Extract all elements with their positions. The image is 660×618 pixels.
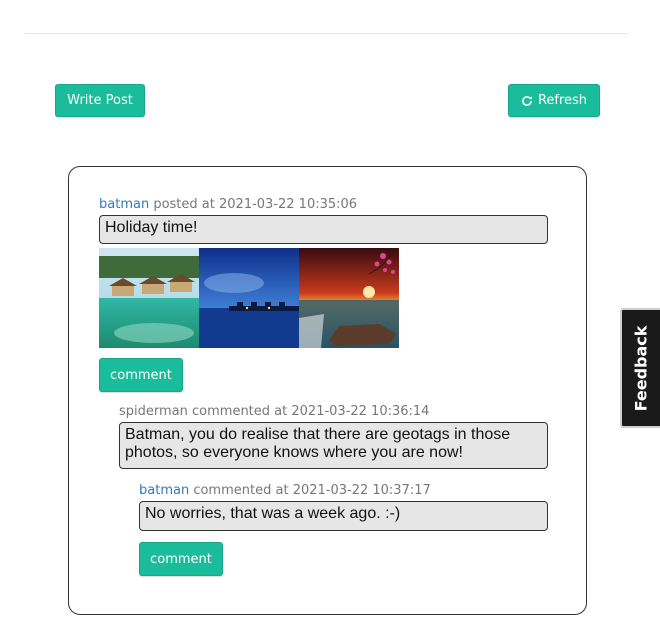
blue-dusk-villas-image [199,248,299,348]
post-image-3[interactable] [299,248,399,348]
post-comment-button[interactable]: comment [99,358,183,392]
comment-2-reply-label: comment [150,551,212,567]
write-post-button[interactable]: Write Post [55,84,145,117]
sunset-rocks-image [299,248,399,348]
feedback-label: Feedback [631,325,651,411]
tropical-bungalow-image [99,248,199,348]
post-comment-label: comment [110,367,172,383]
refresh-icon [522,95,532,106]
comment-2-timestamp: 2021-03-22 10:37:17 [292,483,431,498]
post-meta: batman posted at 2021-03-22 10:35:06 [99,197,357,212]
post-text-bubble: Holiday time! [99,215,548,244]
comment-2-action: commented at [193,483,289,498]
refresh-label: Refresh [537,93,588,108]
comment-1-bubble: Batman, you do realise that there are ge… [119,422,548,469]
comment-2-bubble: No worries, that was a week ago. :-) [139,501,548,531]
post-image-2[interactable] [199,248,299,348]
post-image-1[interactable] [99,248,199,348]
post-action: posted at [153,197,215,212]
refresh-button[interactable]: Refresh [508,84,600,117]
header-divider [25,33,629,34]
comment-1-action: commented at [192,404,288,419]
comment-1-timestamp: 2021-03-22 10:36:14 [291,404,430,419]
post-timestamp: 2021-03-22 10:35:06 [219,197,358,212]
comment-2-meta: batman commented at 2021-03-22 10:37:17 [139,483,431,498]
comment-1-text: Batman, you do realise that there are ge… [125,426,511,461]
comment-2-author-link[interactable]: batman [139,483,189,498]
comment-2-reply-button[interactable]: comment [139,542,223,576]
feedback-tab[interactable]: Feedback [620,308,660,428]
post-author-link[interactable]: batman [99,197,149,212]
comment-1-author: spiderman [119,404,188,419]
post-image-gallery [99,248,399,348]
comment-2-text: No worries, that was a week ago. :-) [145,505,401,522]
comment-1-meta: spiderman commented at 2021-03-22 10:36:… [119,404,429,419]
post-text: Holiday time! [105,219,198,236]
write-post-label: Write Post [67,93,133,108]
